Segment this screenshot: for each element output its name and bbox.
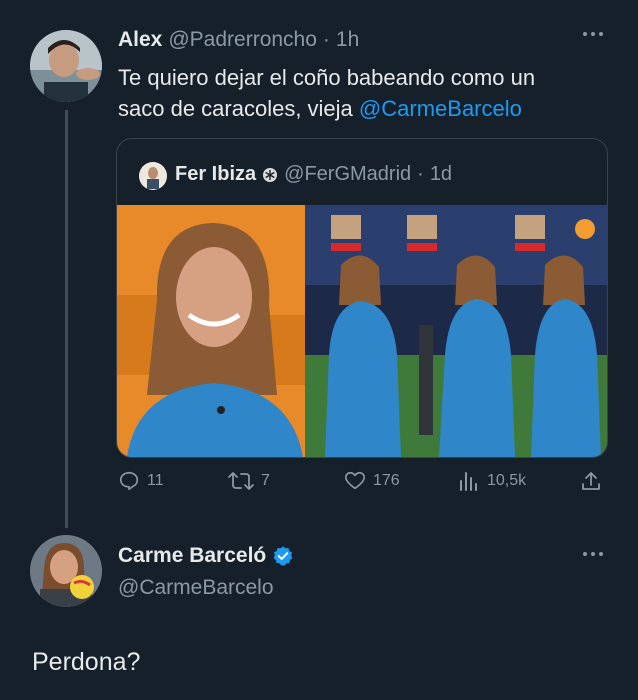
more-dots-icon[interactable]: [582, 30, 604, 38]
quote-time[interactable]: 1d: [430, 163, 452, 186]
tweet-handle[interactable]: @Padrerroncho: [168, 28, 317, 52]
share-button[interactable]: [580, 470, 602, 492]
quote-header: Fer Ibiza @FerGMadrid · 1d: [175, 163, 452, 186]
reply-count: 11: [147, 472, 164, 489]
verified-badge-icon: [272, 545, 294, 567]
reply-icon: [118, 470, 140, 492]
views-button[interactable]: 10,5k: [458, 470, 526, 492]
thread-line: [65, 110, 68, 528]
reply-text: Perdona?: [32, 648, 141, 676]
reply-author-name[interactable]: Carme Barceló: [118, 544, 266, 568]
heart-icon: [344, 470, 366, 492]
tweet-mention-link[interactable]: @CarmeBarcelo: [359, 96, 522, 121]
retweet-button[interactable]: 7: [228, 470, 270, 492]
carme-avatar[interactable]: [30, 535, 102, 607]
reply-more-dots-icon[interactable]: [582, 550, 604, 558]
quote-handle[interactable]: @FerGMadrid: [284, 163, 411, 186]
tweet-author-name[interactable]: Alex: [118, 28, 162, 52]
tweet-text-line2: saco de caracoles, vieja @CarmeBarcelo: [118, 93, 618, 124]
quote-author-avatar[interactable]: [139, 162, 167, 190]
views-chart-icon: [458, 470, 480, 492]
like-count: 176: [373, 472, 400, 489]
reply-button[interactable]: 11: [118, 470, 164, 492]
tweet-action-bar: 11 7 176 10,5k: [118, 470, 608, 498]
retweet-count: 7: [261, 472, 270, 489]
quote-author-name[interactable]: Fer Ibiza: [175, 163, 256, 186]
views-count: 10,5k: [487, 472, 527, 489]
tweet-time[interactable]: 1h: [336, 28, 359, 52]
alex-avatar[interactable]: [30, 30, 102, 102]
tweet-text-line1: Te quiero dejar el coño babeando como un: [118, 65, 536, 90]
retweet-icon: [228, 470, 254, 492]
reply-header: Carme Barceló: [118, 544, 294, 568]
quote-media[interactable]: [117, 205, 607, 457]
tweet-header: Alex @Padrerroncho · 1h: [118, 28, 359, 56]
quoted-tweet-card[interactable]: Fer Ibiza @FerGMadrid · 1d: [116, 138, 608, 458]
reply-handle[interactable]: @CarmeBarcelo: [118, 576, 274, 600]
snowflake-badge-icon: [262, 167, 278, 183]
tweet-text: Te quiero dejar el coño babeando como un…: [118, 62, 618, 124]
tweet-text-line2-prefix: saco de caracoles, vieja: [118, 96, 353, 121]
like-button[interactable]: 176: [344, 470, 400, 492]
tweet-separator: ·: [322, 28, 330, 51]
share-icon: [580, 470, 602, 492]
quote-separator: ·: [417, 163, 424, 185]
